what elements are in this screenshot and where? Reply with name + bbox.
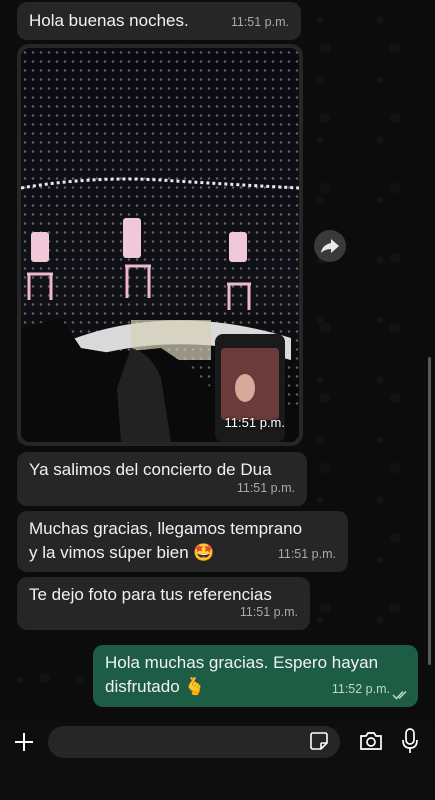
microphone-button[interactable] — [400, 727, 420, 755]
message-bubble[interactable]: Hola buenas noches. 11:51 p.m. — [17, 2, 301, 40]
message-time: 11:52 p.m. — [331, 682, 390, 696]
message-bubble[interactable]: Te dejo foto para tus referencias 11:51 … — [17, 577, 310, 630]
add-attachment-button[interactable] — [12, 730, 36, 754]
message-time: 11:51 p.m. — [230, 15, 289, 29]
message-time: 11:51 p.m. — [277, 547, 336, 561]
camera-button[interactable] — [358, 729, 384, 753]
scrollbar[interactable] — [428, 357, 431, 665]
microphone-icon — [402, 728, 418, 753]
concert-stage-illustration — [21, 177, 299, 442]
sticker-button[interactable] — [308, 730, 330, 752]
message-input[interactable] — [48, 726, 340, 758]
forward-arrow-icon — [321, 239, 339, 253]
message-time: 11:51 p.m. — [236, 481, 295, 495]
outgoing-message-bubble[interactable]: Hola muchas gracias. Espero hayan disfru… — [93, 645, 418, 707]
message-bubble[interactable]: Muchas gracias, llegamos temprano y la v… — [17, 511, 348, 572]
forward-button[interactable] — [314, 230, 346, 262]
camera-icon — [360, 732, 382, 750]
message-text: Hola muchas gracias. Espero hayan — [105, 653, 379, 672]
message-time: 11:51 p.m. — [239, 605, 298, 619]
sticker-icon — [310, 732, 328, 750]
message-time: 11:51 p.m. — [224, 415, 285, 430]
photo-message[interactable]: 11:51 p.m. — [17, 44, 303, 446]
double-check-icon — [392, 690, 407, 700]
concert-photo[interactable]: 11:51 p.m. — [21, 48, 299, 442]
plus-icon — [15, 733, 33, 751]
message-text: Muchas gracias, llegamos temprano — [29, 519, 303, 538]
message-bubble[interactable]: Ya salimos del concierto de Dua 11:51 p.… — [17, 452, 307, 506]
